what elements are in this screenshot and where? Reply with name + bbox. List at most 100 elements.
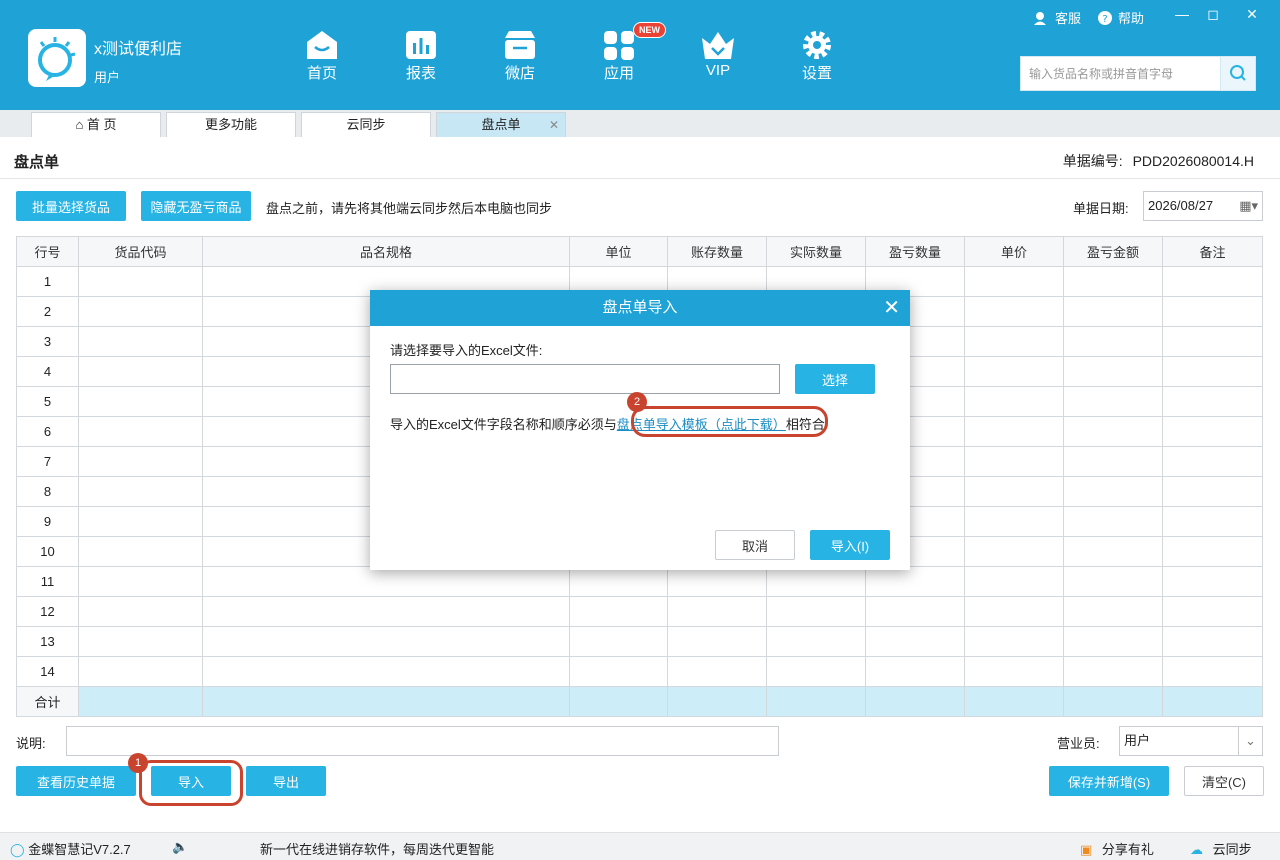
table-cell[interactable] bbox=[964, 446, 1064, 477]
table-cell[interactable] bbox=[964, 656, 1064, 687]
nav-home[interactable]: 首页 bbox=[287, 28, 357, 83]
table-cell[interactable] bbox=[78, 506, 203, 537]
table-cell[interactable] bbox=[964, 536, 1064, 567]
table-cell[interactable] bbox=[766, 656, 866, 687]
table-cell[interactable] bbox=[1162, 626, 1263, 657]
table-cell[interactable] bbox=[964, 416, 1064, 447]
table-cell[interactable] bbox=[1162, 296, 1263, 327]
file-path-input[interactable] bbox=[390, 364, 780, 394]
table-cell[interactable] bbox=[964, 476, 1064, 507]
export-button[interactable]: 导出 bbox=[246, 766, 326, 796]
table-cell[interactable] bbox=[964, 356, 1064, 387]
table-cell[interactable] bbox=[964, 386, 1064, 417]
table-cell[interactable] bbox=[202, 656, 570, 687]
table-cell[interactable] bbox=[1162, 326, 1263, 357]
table-cell[interactable] bbox=[865, 566, 965, 597]
table-cell[interactable] bbox=[667, 656, 767, 687]
table-cell[interactable] bbox=[78, 386, 203, 417]
description-input[interactable] bbox=[66, 726, 779, 756]
table-cell[interactable] bbox=[78, 536, 203, 567]
table-cell[interactable] bbox=[667, 626, 767, 657]
table-cell[interactable] bbox=[766, 626, 866, 657]
table-cell[interactable] bbox=[1063, 536, 1163, 567]
table-cell[interactable] bbox=[78, 476, 203, 507]
table-cell[interactable] bbox=[1162, 356, 1263, 387]
choose-file-button[interactable]: 选择 bbox=[795, 364, 875, 394]
nav-vip[interactable]: VIP bbox=[683, 28, 753, 79]
salesperson-select[interactable]: 用户 ⌄ bbox=[1119, 726, 1263, 756]
table-cell[interactable] bbox=[667, 596, 767, 627]
table-cell[interactable] bbox=[766, 596, 866, 627]
table-cell[interactable] bbox=[1162, 416, 1263, 447]
save-and-new-button[interactable]: 保存并新增(S) bbox=[1049, 766, 1169, 796]
hide-no-diff-button[interactable]: 隐藏无盈亏商品 bbox=[141, 191, 251, 221]
table-cell[interactable] bbox=[1162, 386, 1263, 417]
table-cell[interactable] bbox=[865, 656, 965, 687]
table-cell[interactable] bbox=[1162, 476, 1263, 507]
table-cell[interactable] bbox=[569, 566, 668, 597]
table-cell[interactable] bbox=[1162, 566, 1263, 597]
table-cell[interactable] bbox=[1063, 626, 1163, 657]
table-row[interactable]: 11 bbox=[16, 566, 1263, 597]
table-cell[interactable] bbox=[202, 626, 570, 657]
tab-inventory-count[interactable]: 盘点单 ✕ bbox=[436, 112, 566, 137]
table-cell[interactable] bbox=[78, 356, 203, 387]
table-cell[interactable] bbox=[1162, 656, 1263, 687]
table-cell[interactable] bbox=[1063, 326, 1163, 357]
table-cell[interactable] bbox=[1162, 506, 1263, 537]
table-cell[interactable] bbox=[202, 566, 570, 597]
table-cell[interactable] bbox=[569, 626, 668, 657]
tab-cloud-sync[interactable]: 云同步 bbox=[301, 112, 431, 137]
table-cell[interactable] bbox=[78, 326, 203, 357]
table-row[interactable]: 14 bbox=[16, 656, 1263, 687]
dialog-close-icon[interactable]: ✕ bbox=[883, 290, 900, 326]
table-cell[interactable] bbox=[78, 266, 203, 297]
table-cell[interactable] bbox=[964, 596, 1064, 627]
nav-report[interactable]: 报表 bbox=[386, 28, 456, 83]
calendar-icon[interactable]: ▦▾ bbox=[1239, 192, 1258, 220]
dialog-cancel-button[interactable]: 取消 bbox=[715, 530, 795, 560]
table-cell[interactable] bbox=[667, 566, 767, 597]
customer-service-link[interactable]: 客服 bbox=[1032, 8, 1081, 27]
table-cell[interactable] bbox=[1063, 416, 1163, 447]
table-cell[interactable] bbox=[964, 296, 1064, 327]
table-cell[interactable] bbox=[865, 626, 965, 657]
table-cell[interactable] bbox=[1063, 446, 1163, 477]
table-cell[interactable] bbox=[78, 416, 203, 447]
table-cell[interactable] bbox=[1162, 596, 1263, 627]
table-cell[interactable] bbox=[964, 266, 1064, 297]
table-cell[interactable] bbox=[766, 566, 866, 597]
table-cell[interactable] bbox=[964, 566, 1064, 597]
window-close-icon[interactable]: ✕ bbox=[1242, 6, 1262, 23]
chevron-down-icon[interactable]: ⌄ bbox=[1238, 727, 1262, 755]
maximize-icon[interactable]: ◻ bbox=[1203, 6, 1223, 23]
batch-select-button[interactable]: 批量选择货品 bbox=[16, 191, 126, 221]
cloud-sync-link[interactable]: ☁ 云同步 bbox=[1190, 839, 1252, 858]
nav-settings[interactable]: 设置 bbox=[782, 28, 852, 83]
table-cell[interactable] bbox=[1063, 596, 1163, 627]
nav-shop[interactable]: 微店 bbox=[485, 28, 555, 83]
table-cell[interactable] bbox=[1063, 506, 1163, 537]
help-link[interactable]: ? 帮助 bbox=[1098, 8, 1144, 27]
tab-close-icon[interactable]: ✕ bbox=[549, 113, 559, 137]
table-cell[interactable] bbox=[1162, 446, 1263, 477]
table-cell[interactable] bbox=[202, 596, 570, 627]
table-row[interactable]: 12 bbox=[16, 596, 1263, 627]
table-cell[interactable] bbox=[1063, 296, 1163, 327]
tab-home[interactable]: ⌂ 首 页 bbox=[31, 112, 161, 137]
table-cell[interactable] bbox=[1063, 266, 1163, 297]
table-cell[interactable] bbox=[569, 656, 668, 687]
table-cell[interactable] bbox=[78, 296, 203, 327]
table-cell[interactable] bbox=[964, 506, 1064, 537]
table-cell[interactable] bbox=[964, 626, 1064, 657]
table-cell[interactable] bbox=[1063, 566, 1163, 597]
table-cell[interactable] bbox=[78, 446, 203, 477]
clear-button[interactable]: 清空(C) bbox=[1184, 766, 1264, 796]
view-history-button[interactable]: 查看历史单据 bbox=[16, 766, 136, 796]
table-cell[interactable] bbox=[1063, 356, 1163, 387]
nav-apps[interactable]: 应用 NEW bbox=[584, 22, 666, 83]
table-cell[interactable] bbox=[78, 566, 203, 597]
table-cell[interactable] bbox=[865, 596, 965, 627]
table-cell[interactable] bbox=[1063, 476, 1163, 507]
table-cell[interactable] bbox=[78, 626, 203, 657]
